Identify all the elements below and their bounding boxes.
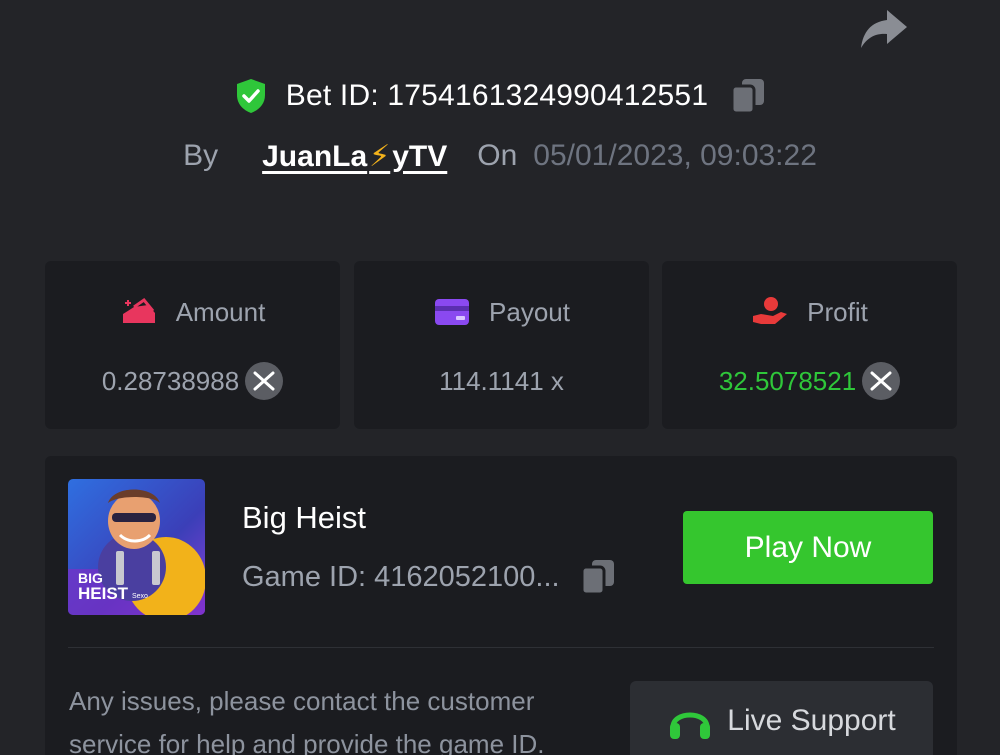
live-support-button[interactable]: Live Support [630,681,933,755]
amount-value: 0.28738988 [101,365,240,396]
game-panel: BIG HEIST Sexo Big Heist Game ID: 416205… [45,456,957,755]
card-icon [433,295,471,329]
play-now-button[interactable]: Play Now [683,511,933,584]
copy-icon [730,79,765,115]
thumbnail-logo: BIG HEIST [78,570,129,603]
profit-card: Profit 32.5078521 [662,261,957,429]
xrp-coin-icon [862,362,901,400]
amount-label: Amount [175,296,266,327]
game-title: Big Heist [242,500,367,535]
live-support-label: Live Support [727,704,896,737]
profit-value: 32.5078521 [718,365,857,396]
profit-label: Profit [807,296,868,327]
game-id-row: Game ID: 4162052100... [242,558,616,596]
bet-detail-page: Bet ID: 175416132499041255​1 By JuanLa ⚡… [0,0,1000,755]
game-thumbnail[interactable]: BIG HEIST Sexo [68,479,205,615]
payout-value: 114.1141 x [439,365,564,396]
payout-card: Payout 114.1141 x [354,261,649,429]
amount-value-row: 0.28738988 [45,361,340,401]
divider [68,647,934,648]
game-id-text: Game ID: 4162052100... [242,560,560,593]
username-link[interactable]: JuanLa ⚡ yTV [262,139,447,174]
share-button[interactable] [858,6,910,52]
copy-icon [580,560,614,596]
wallet-plus-icon [120,295,158,329]
username-part: yTV [392,139,448,173]
copy-bet-id-button[interactable] [730,77,766,115]
username-part: JuanLa [262,139,368,173]
on-label: On [477,139,518,172]
by-label: By [183,139,219,172]
author-row: By JuanLa ⚡ yTV On 05/01/2023, 09:03:22 [0,136,1000,176]
amount-header: Amount [45,295,340,329]
payout-value-row: 114.1141 x [354,361,649,401]
amount-card: Amount 0.28738988 [45,261,340,429]
profit-header: Profit [662,295,957,329]
headset-icon [667,701,713,741]
copy-game-id-button[interactable] [580,558,616,596]
lightning-icon: ⚡ [369,139,391,173]
profit-value-row: 32.5078521 [662,361,957,401]
thumbnail-brand: Sexo [132,593,148,600]
shield-check-icon [236,79,265,113]
bet-id-row: Bet ID: 175416132499041255​1 [0,74,1000,118]
help-text: Any issues, please contact the customer … [69,686,545,755]
hand-profit-icon [751,295,789,329]
bet-id-text: Bet ID: 175416132499041255​1 [285,79,709,112]
xrp-coin-icon [245,362,284,400]
payout-header: Payout [354,295,649,329]
bet-date: 05/01/2023, 09:03:22 [533,139,817,172]
share-arrow-icon [861,10,907,48]
payout-label: Payout [489,296,570,327]
